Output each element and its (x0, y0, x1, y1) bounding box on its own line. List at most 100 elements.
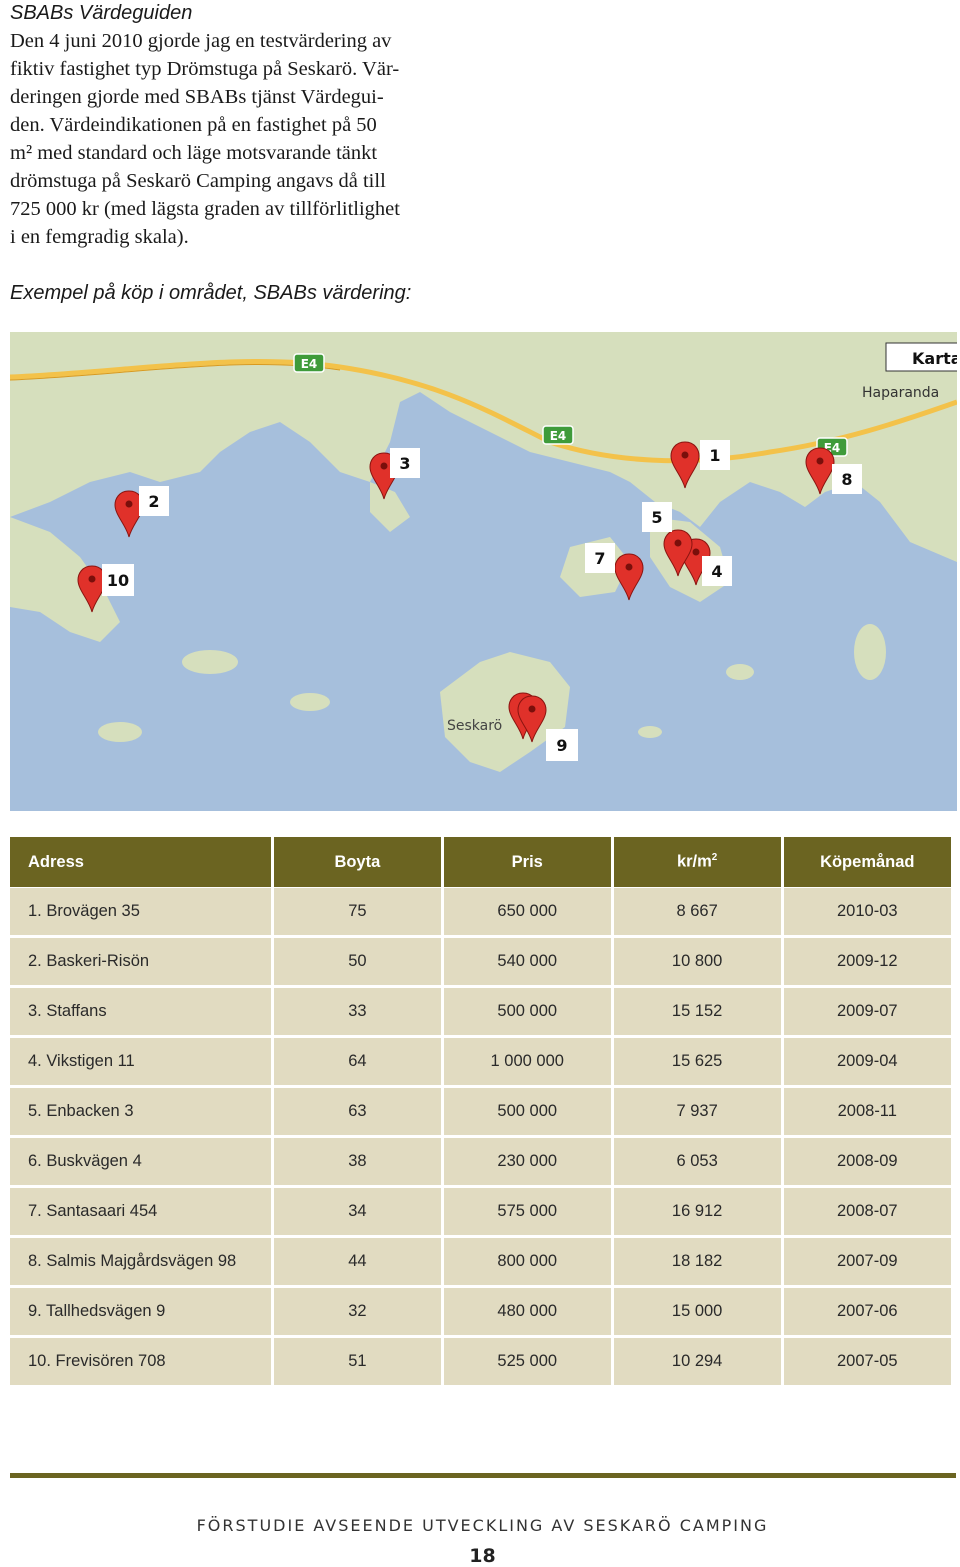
cell-address: 10. Frevisören 708 (10, 1338, 271, 1385)
cell-price-per-sqm: 8 667 (613, 888, 781, 938)
cell-price-per-sqm: 7 937 (613, 1088, 781, 1138)
sales-table: Adress Boyta Pris kr/m2 Köpemånad 1. Bro… (7, 837, 954, 1385)
cell-month: 2007-06 (783, 1288, 951, 1338)
cell-address: 7. Santasaari 454 (10, 1188, 271, 1238)
cell-price-per-sqm: 10 294 (613, 1338, 781, 1385)
e4-sign-label: E4 (301, 357, 318, 371)
cell-month: 2008-07 (783, 1188, 951, 1238)
table-row: 6. Buskvägen 4 38 230 000 6 053 2008-09 (10, 1138, 951, 1188)
cell-price: 525 000 (443, 1338, 611, 1385)
cell-month: 2009-04 (783, 1038, 951, 1088)
table-row: 5. Enbacken 3 63 500 000 7 937 2008-11 (10, 1088, 951, 1138)
body-line: m² med standard och läge motsvarande tän… (10, 142, 378, 164)
cell-address: 1. Brovägen 35 (10, 888, 271, 938)
cell-address: 5. Enbacken 3 (10, 1088, 271, 1138)
body-line: deringen gjorde med SBABs tjänst Värdegu… (10, 86, 384, 108)
table-row: 10. Frevisören 708 51 525 000 10 294 200… (10, 1338, 951, 1385)
table-row: 1. Brovägen 35 75 650 000 8 667 2010-03 (10, 888, 951, 938)
cell-area: 63 (273, 1088, 441, 1138)
map-land-islet (98, 722, 142, 742)
cell-address: 2. Baskeri-Risön (10, 938, 271, 988)
table-row: 3. Staffans 33 500 000 15 152 2009-07 (10, 988, 951, 1038)
body-line: fiktiv fastighet typ Drömstuga på Seskar… (10, 58, 400, 80)
cell-area: 64 (273, 1038, 441, 1088)
cell-price-per-sqm: 18 182 (613, 1238, 781, 1288)
section-heading: SBABs Värdeguiden (10, 2, 193, 24)
cell-price: 500 000 (443, 988, 611, 1038)
marker-label: 5 (651, 508, 662, 527)
marker-label: 3 (399, 454, 410, 473)
page-number: 18 (469, 1545, 496, 1567)
cell-area: 33 (273, 988, 441, 1038)
cell-area: 51 (273, 1338, 441, 1385)
marker-label: 1 (709, 446, 720, 465)
map-land-islet (638, 726, 662, 738)
cell-month: 2010-03 (783, 888, 951, 938)
cell-address: 8. Salmis Majgårdsvägen 98 (10, 1238, 271, 1288)
cell-month: 2008-11 (783, 1088, 951, 1138)
karta-button: Karta (885, 342, 957, 372)
body-line: i en femgradig skala). (10, 226, 189, 248)
cell-price-per-sqm: 16 912 (613, 1188, 781, 1238)
column-header-superscript: 2 (711, 852, 718, 864)
place-label-haparanda: Haparanda (862, 385, 939, 401)
cell-price-per-sqm: 15 152 (613, 988, 781, 1038)
column-header-price-per-sqm-text: kr/m (676, 852, 712, 871)
column-header-area: Boyta (273, 837, 441, 888)
cell-area: 38 (273, 1138, 441, 1188)
body-line: Den 4 juni 2010 gjorde jag en testvärder… (10, 30, 392, 52)
cell-address: 4. Vikstigen 11 (10, 1038, 271, 1088)
cell-area: 32 (273, 1288, 441, 1338)
marker-label: 9 (556, 736, 567, 755)
map-caption: Exempel på köp i området, SBABs värderin… (10, 282, 412, 304)
cell-address: 9. Tallhedsvägen 9 (10, 1288, 271, 1338)
table-row: 4. Vikstigen 11 64 1 000 000 15 625 2009… (10, 1038, 951, 1088)
marker-label: 10 (107, 571, 129, 590)
column-header-price: Pris (443, 837, 611, 888)
cell-price: 540 000 (443, 938, 611, 988)
cell-month: 2007-09 (783, 1238, 951, 1288)
cell-month: 2009-12 (783, 938, 951, 988)
cell-month: 2007-05 (783, 1338, 951, 1385)
cell-price: 650 000 (443, 888, 611, 938)
e4-sign: E4 (542, 425, 574, 445)
cell-price-per-sqm: 15 625 (613, 1038, 781, 1088)
footer-divider (10, 1473, 956, 1478)
marker-label: 4 (711, 562, 722, 581)
table-row: 8. Salmis Majgårdsvägen 98 44 800 000 18… (10, 1238, 951, 1288)
column-header-address: Adress (10, 837, 271, 888)
karta-label: Karta (912, 349, 957, 368)
cell-price: 230 000 (443, 1138, 611, 1188)
footer-title: FÖRSTUDIE AVSEENDE UTVECKLING AV SESKARÖ… (196, 1516, 769, 1535)
map-land-islet (182, 650, 238, 674)
e4-sign: E4 (293, 353, 325, 373)
column-header-month: Köpemånad (783, 837, 951, 888)
cell-price-per-sqm: 10 800 (613, 938, 781, 988)
body-line: 725 000 kr (med lägsta graden av tillför… (10, 198, 400, 220)
cell-price: 800 000 (443, 1238, 611, 1288)
cell-area: 34 (273, 1188, 441, 1238)
area-map: E4 E4 E4 Karta Haparanda Seskarö 1 2 3 4… (10, 332, 957, 811)
marker-label: 2 (148, 492, 159, 511)
cell-area: 44 (273, 1238, 441, 1288)
body-line: den. Värdeindikationen på en fastighet p… (10, 114, 377, 136)
table-row: 2. Baskeri-Risön 50 540 000 10 800 2009-… (10, 938, 951, 988)
table-row: 9. Tallhedsvägen 9 32 480 000 15 000 200… (10, 1288, 951, 1338)
cell-month: 2008-09 (783, 1138, 951, 1188)
marker-label: 7 (594, 549, 605, 568)
place-label-seskaro: Seskarö (447, 718, 502, 734)
map-land-islet (854, 624, 886, 680)
cell-area: 75 (273, 888, 441, 938)
cell-price: 500 000 (443, 1088, 611, 1138)
cell-address: 3. Staffans (10, 988, 271, 1038)
body-line: drömstuga på Seskarö Camping angavs då t… (10, 170, 386, 192)
cell-address: 6. Buskvägen 4 (10, 1138, 271, 1188)
cell-price-per-sqm: 15 000 (613, 1288, 781, 1338)
body-paragraph: Den 4 juni 2010 gjorde jag en testvärder… (10, 27, 470, 251)
map-land-islet (290, 693, 330, 711)
table-row: 7. Santasaari 454 34 575 000 16 912 2008… (10, 1188, 951, 1238)
table-header-row: Adress Boyta Pris kr/m2 Köpemånad (10, 837, 951, 888)
cell-price-per-sqm: 6 053 (613, 1138, 781, 1188)
cell-price: 575 000 (443, 1188, 611, 1238)
column-header-price-per-sqm: kr/m2 (613, 837, 781, 888)
